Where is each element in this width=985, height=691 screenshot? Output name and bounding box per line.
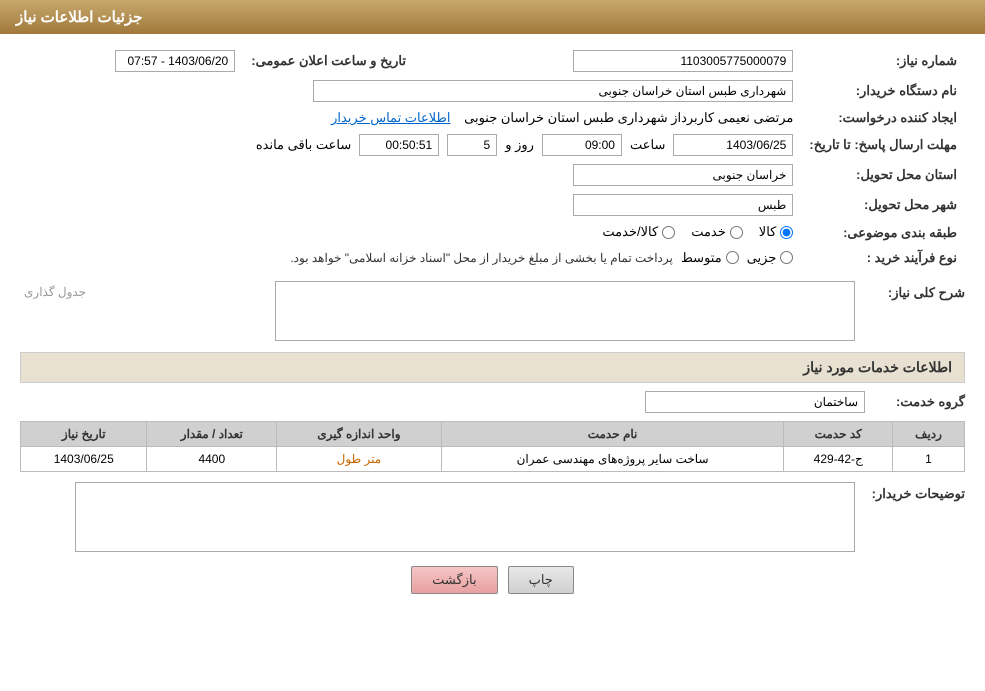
category-kala-radio[interactable]: [780, 226, 793, 239]
col-date: تاریخ نیاز: [21, 422, 147, 447]
col-row: ردیف: [892, 422, 964, 447]
city-value: [20, 190, 801, 220]
info-table: شماره نیاز: تاریخ و ساعت اعلان عمومی: نا…: [20, 46, 965, 271]
buyer-org-row: نام دستگاه خریدار:: [20, 76, 965, 106]
need-number-label: شماره نیاز:: [801, 46, 965, 76]
description-label: شرح کلی نیاز:: [855, 281, 965, 301]
category-kala-khadamat-label: کالا/خدمت: [602, 224, 658, 240]
purchase-type-motevaset[interactable]: متوسط: [681, 250, 739, 266]
contact-link[interactable]: اطلاعات تماس خریدار: [331, 110, 450, 125]
service-group-input[interactable]: [645, 391, 865, 413]
cell-name-1: ساخت سایر پروژه‌های مهندسی عمران: [441, 447, 784, 472]
category-khadamat-label: خدمت: [691, 224, 726, 240]
province-label: استان محل تحویل:: [801, 160, 965, 190]
category-khadamat-option[interactable]: خدمت: [691, 224, 743, 240]
back-button[interactable]: بازگشت: [411, 566, 497, 594]
services-table-header-row: ردیف کد حدمت نام حدمت واحد اندازه گیری ت…: [21, 422, 965, 447]
need-number-input[interactable]: [573, 50, 793, 72]
purchase-type-label: نوع فرآیند خرید :: [801, 246, 965, 272]
city-input[interactable]: [573, 194, 793, 216]
category-label: طبقه بندی موضوعی:: [801, 220, 965, 246]
service-group-label: گروه خدمت:: [865, 394, 965, 410]
col-name: نام حدمت: [441, 422, 784, 447]
purchase-type-value: جزیی متوسط پرداخت تمام یا بخشی از مبلغ خ…: [20, 246, 801, 272]
cell-row-1: 1: [892, 447, 964, 472]
cell-code-1: ج-42-429: [784, 447, 893, 472]
need-number-row: شماره نیاز: تاریخ و ساعت اعلان عمومی:: [20, 46, 965, 76]
services-section-header: اطلاعات خدمات مورد نیاز: [20, 352, 965, 383]
services-table: ردیف کد حدمت نام حدمت واحد اندازه گیری ت…: [20, 421, 965, 472]
announce-date-value: [20, 46, 243, 76]
table-row: 1 ج-42-429 ساخت سایر پروژه‌های مهندسی عم…: [21, 447, 965, 472]
need-number-value: [414, 46, 801, 76]
category-value: کالا خدمت کالا/خدمت: [20, 220, 801, 246]
category-row: طبقه بندی موضوعی: کالا خدمت: [20, 220, 965, 246]
creator-label: ایجاد کننده درخواست:: [801, 106, 965, 130]
category-kala-option[interactable]: کالا: [759, 224, 794, 240]
page-header: جزئیات اطلاعات نیاز: [0, 0, 985, 34]
col-qty: تعداد / مقدار: [147, 422, 277, 447]
page-wrapper: جزئیات اطلاعات نیاز شماره نیاز: تاریخ و …: [0, 0, 985, 691]
button-row: چاپ بازگشت: [20, 566, 965, 594]
purchase-motevaset-radio[interactable]: [726, 251, 739, 264]
description-textarea[interactable]: [275, 281, 855, 341]
col-unit: واحد اندازه گیری: [277, 422, 441, 447]
description-container: جدول گذاری: [20, 281, 855, 344]
deadline-label: مهلت ارسال پاسخ: تا تاریخ:: [801, 130, 965, 160]
services-table-head: ردیف کد حدمت نام حدمت واحد اندازه گیری ت…: [21, 422, 965, 447]
purchase-jozii-radio[interactable]: [780, 251, 793, 264]
cell-date-1: 1403/06/25: [21, 447, 147, 472]
category-kala-khadamat-radio[interactable]: [662, 226, 675, 239]
city-row: شهر محل تحویل:: [20, 190, 965, 220]
deadline-remaining-label: ساعت باقی مانده: [256, 137, 351, 153]
deadline-remaining-input[interactable]: [359, 134, 439, 156]
category-kala-khadamat-option[interactable]: کالا/خدمت: [602, 224, 675, 240]
buyer-desc-section: توضیحات خریدار:: [20, 482, 965, 552]
cell-qty-1: 4400: [147, 447, 277, 472]
creator-text: مرتضی نعیمی کاربرداز شهرداری طبس استان خ…: [464, 110, 793, 125]
purchase-type-text: پرداخت تمام یا بخشی از مبلغ خریدار از مح…: [290, 251, 673, 265]
buyer-org-input[interactable]: [313, 80, 793, 102]
category-kala-label: کالا: [759, 224, 777, 240]
announce-date-input[interactable]: [115, 50, 235, 72]
buyer-org-value: [20, 76, 801, 106]
page-title: جزئیات اطلاعات نیاز: [16, 9, 143, 26]
province-input[interactable]: [573, 164, 793, 186]
service-group-row: گروه خدمت:: [20, 391, 965, 413]
cell-unit-1: متر طول: [277, 447, 441, 472]
buyer-desc-label: توضیحات خریدار:: [855, 482, 965, 502]
services-section-label: اطلاعات خدمات مورد نیاز: [803, 359, 952, 375]
announce-date-label: تاریخ و ساعت اعلان عمومی:: [243, 46, 414, 76]
province-row: استان محل تحویل:: [20, 160, 965, 190]
col-code: کد حدمت: [784, 422, 893, 447]
services-table-body: 1 ج-42-429 ساخت سایر پروژه‌های مهندسی عم…: [21, 447, 965, 472]
description-placeholder: جدول گذاری: [24, 285, 86, 299]
city-label: شهر محل تحویل:: [801, 190, 965, 220]
province-value: [20, 160, 801, 190]
buyer-org-label: نام دستگاه خریدار:: [801, 76, 965, 106]
deadline-date-input[interactable]: [673, 134, 793, 156]
purchase-type-row: نوع فرآیند خرید : جزیی متوسط پرداخت تمام…: [20, 246, 965, 272]
creator-value: مرتضی نعیمی کاربرداز شهرداری طبس استان خ…: [20, 106, 801, 130]
purchase-motevaset-label: متوسط: [681, 250, 722, 266]
buyer-desc-textarea[interactable]: [75, 482, 855, 552]
creator-row: ایجاد کننده درخواست: مرتضی نعیمی کاربردا…: [20, 106, 965, 130]
purchase-jozii-label: جزیی: [747, 250, 777, 266]
content-area: شماره نیاز: تاریخ و ساعت اعلان عمومی: نا…: [0, 34, 985, 620]
deadline-days-label: روز و: [505, 137, 534, 153]
deadline-value: ساعت روز و ساعت باقی مانده: [20, 130, 801, 160]
category-khadamat-radio[interactable]: [730, 226, 743, 239]
purchase-type-jozii[interactable]: جزیی: [747, 250, 794, 266]
deadline-days-input[interactable]: [447, 134, 497, 156]
deadline-row: مهلت ارسال پاسخ: تا تاریخ: ساعت روز و سا…: [20, 130, 965, 160]
description-section: شرح کلی نیاز: جدول گذاری: [20, 281, 965, 344]
deadline-time-input[interactable]: [542, 134, 622, 156]
deadline-time-label: ساعت: [630, 137, 665, 153]
print-button[interactable]: چاپ: [508, 566, 574, 594]
